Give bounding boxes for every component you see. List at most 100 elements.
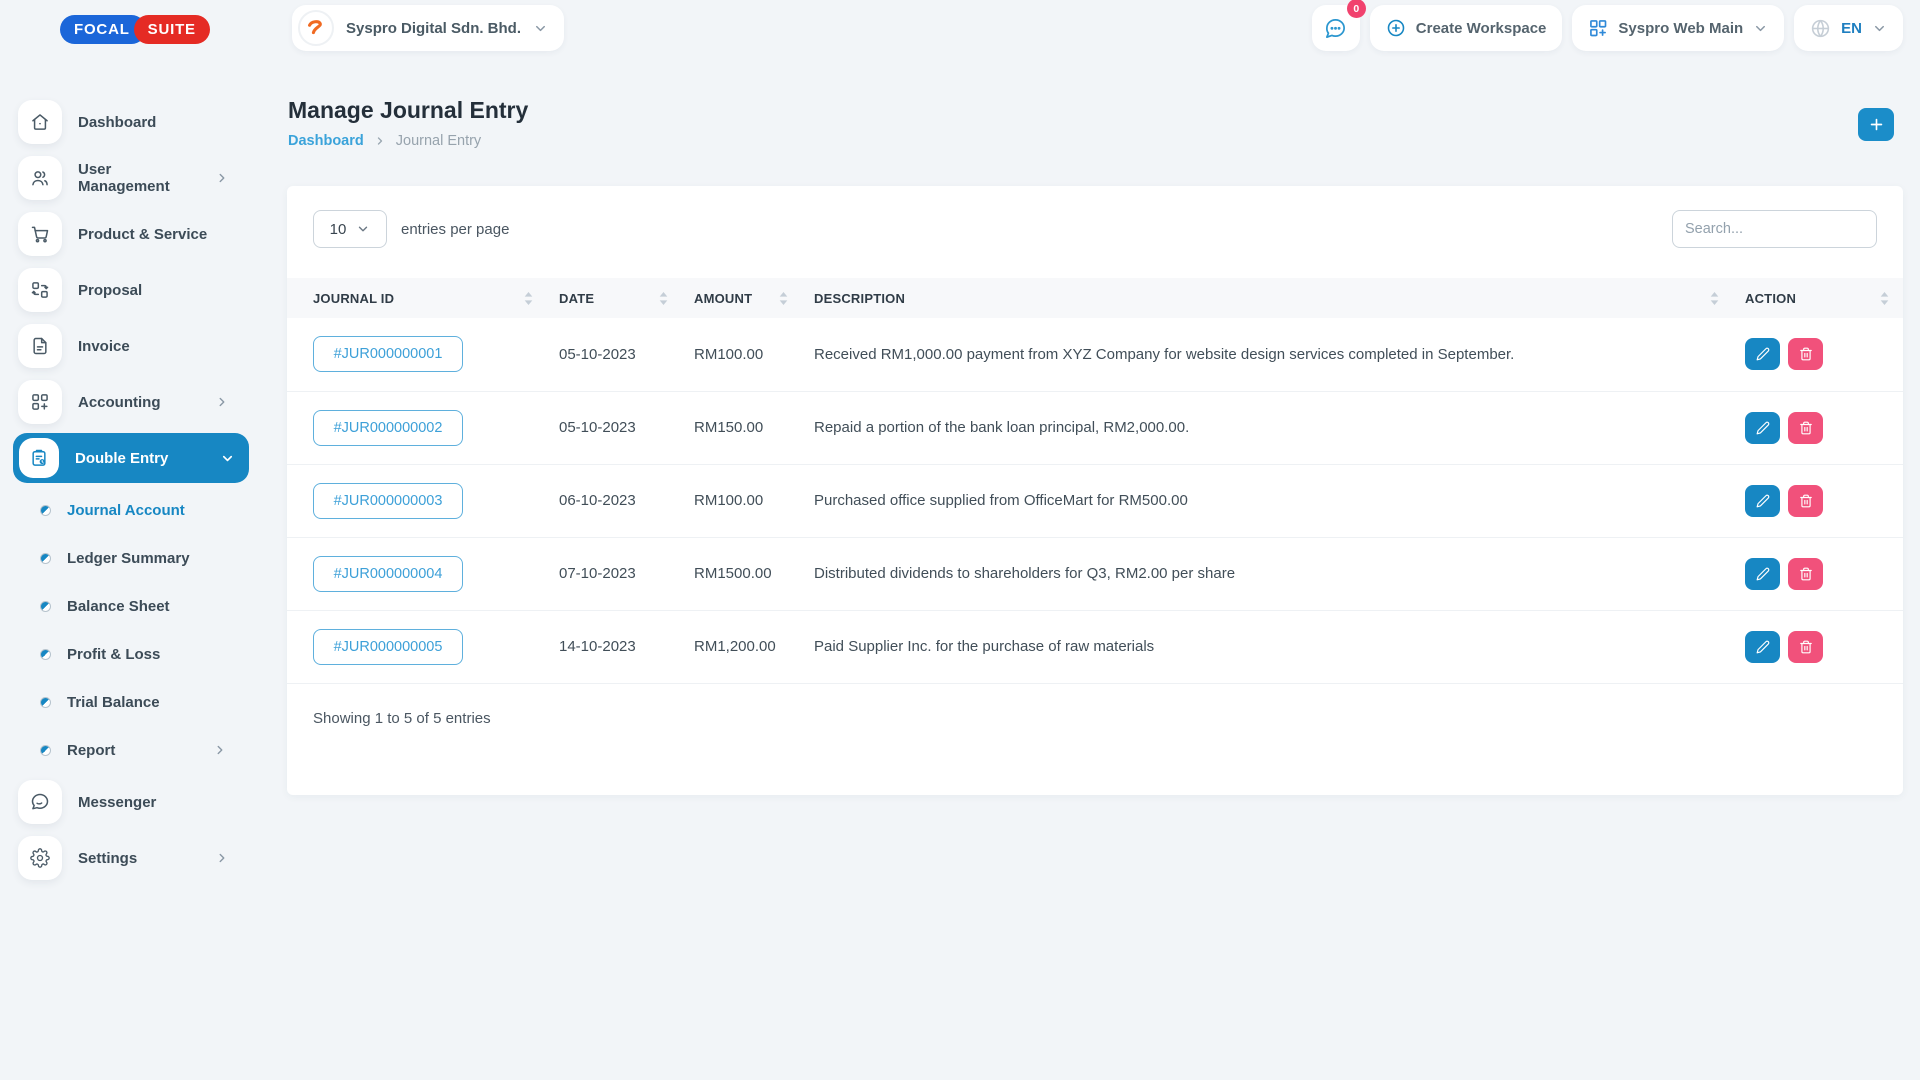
sidebar-item-label: User Management [78, 161, 199, 195]
column-header-description: DESCRIPTION [814, 291, 905, 306]
journal-id-badge[interactable]: #JUR000000003 [313, 483, 463, 519]
edit-button[interactable] [1745, 558, 1780, 590]
journal-entries-table: JOURNAL ID DATE AMOUNT DESCRIPTION ACTIO… [287, 278, 1903, 684]
sidebar-item-label: Dashboard [78, 114, 156, 131]
workspace-name: Syspro Digital Sdn. Bhd. [346, 20, 521, 37]
proposal-icon [18, 268, 62, 312]
date-cell: 14-10-2023 [547, 610, 682, 683]
sidebar-subitem-label: Journal Account [67, 502, 185, 519]
column-header-date: DATE [559, 291, 594, 306]
edit-button[interactable] [1745, 412, 1780, 444]
logo-focal: FOCAL [60, 15, 146, 44]
delete-button[interactable] [1788, 338, 1823, 370]
breadcrumb-current: Journal Entry [396, 133, 481, 149]
sidebar-item-user-management[interactable]: User Management [0, 150, 265, 206]
entries-per-page-select[interactable]: 10 [313, 210, 387, 248]
sidebar-subitem-profit-loss[interactable]: Profit & Loss [0, 630, 265, 678]
trash-icon [1799, 640, 1813, 654]
home-icon [18, 100, 62, 144]
sidebar-subitem-label: Balance Sheet [67, 598, 170, 615]
chat-button[interactable]: 0 [1312, 5, 1360, 51]
add-journal-entry-button[interactable] [1858, 108, 1894, 141]
sidebar-subitem-balance-sheet[interactable]: Balance Sheet [0, 582, 265, 630]
sidebar-subitem-trial-balance[interactable]: Trial Balance [0, 678, 265, 726]
sidebar-subitem-ledger-summary[interactable]: Ledger Summary [0, 534, 265, 582]
circle-icon [40, 505, 51, 516]
plus-circle-icon [1386, 18, 1406, 38]
sort-icon[interactable] [1880, 291, 1889, 306]
workspace-selector[interactable]: Syspro Digital Sdn. Bhd. [292, 5, 564, 51]
delete-button[interactable] [1788, 412, 1823, 444]
table-row: #JUR000000005 14-10-2023 RM1,200.00 Paid… [287, 610, 1903, 683]
topbar-actions: 0 Create Workspace Syspro Web Main EN [1312, 5, 1903, 51]
delete-button[interactable] [1788, 631, 1823, 663]
sort-icon[interactable] [524, 291, 533, 306]
sidebar-item-proposal[interactable]: Proposal [0, 262, 265, 318]
chat-icon [1324, 17, 1347, 40]
language-label: EN [1841, 20, 1862, 37]
chevron-right-icon [215, 395, 229, 409]
invoice-icon [18, 324, 62, 368]
journal-id-badge[interactable]: #JUR000000002 [313, 410, 463, 446]
edit-button[interactable] [1745, 338, 1780, 370]
breadcrumb-dashboard-link[interactable]: Dashboard [288, 133, 364, 149]
journal-id-badge[interactable]: #JUR000000001 [313, 336, 463, 372]
circle-icon [40, 697, 51, 708]
gear-icon [18, 836, 62, 880]
table-row: #JUR000000004 07-10-2023 RM1500.00 Distr… [287, 537, 1903, 610]
sidebar-subitem-report[interactable]: Report [0, 726, 265, 774]
amount-cell: RM100.00 [682, 318, 802, 391]
sidebar-item-dashboard[interactable]: Dashboard [0, 94, 265, 150]
sort-icon[interactable] [779, 291, 788, 306]
language-selector[interactable]: EN [1794, 5, 1903, 51]
sidebar-item-messenger[interactable]: Messenger [0, 774, 265, 830]
accounting-icon [18, 380, 62, 424]
journal-id-badge[interactable]: #JUR000000005 [313, 629, 463, 665]
column-header-amount: AMOUNT [694, 291, 752, 306]
sidebar-item-label: Settings [78, 850, 137, 867]
amount-cell: RM100.00 [682, 464, 802, 537]
delete-button[interactable] [1788, 558, 1823, 590]
table-row: #JUR000000001 05-10-2023 RM100.00 Receiv… [287, 318, 1903, 391]
sort-icon[interactable] [659, 291, 668, 306]
sidebar-item-label: Messenger [78, 794, 156, 811]
chevron-down-icon [1872, 21, 1887, 36]
description-cell: Distributed dividends to shareholders fo… [802, 537, 1733, 610]
entries-per-page-value: 10 [330, 221, 347, 238]
sidebar-subitem-journal-account[interactable]: Journal Account [0, 486, 265, 534]
sidebar-item-label: Product & Service [78, 226, 207, 243]
sidebar-item-double-entry[interactable]: Double Entry [13, 433, 249, 483]
sidebar-subitem-label: Trial Balance [67, 694, 160, 711]
chat-bubble-icon [18, 780, 62, 824]
journal-id-badge[interactable]: #JUR000000004 [313, 556, 463, 592]
create-workspace-button[interactable]: Create Workspace [1370, 5, 1563, 51]
edit-button[interactable] [1745, 485, 1780, 517]
grid-plus-icon [1588, 18, 1608, 38]
description-cell: Purchased office supplied from OfficeMar… [802, 464, 1733, 537]
trash-icon [1799, 421, 1813, 435]
date-cell: 05-10-2023 [547, 318, 682, 391]
pencil-icon [1756, 421, 1770, 435]
sidebar-item-label: Double Entry [75, 450, 168, 467]
search-input[interactable] [1672, 210, 1877, 248]
circle-icon [40, 745, 51, 756]
sidebar-item-settings[interactable]: Settings [0, 830, 265, 886]
app-switcher-label: Syspro Web Main [1618, 20, 1743, 37]
app-logo[interactable]: FOCAL SUITE [60, 15, 210, 44]
plus-icon [1868, 116, 1885, 133]
sidebar-item-product-service[interactable]: Product & Service [0, 206, 265, 262]
sort-icon[interactable] [1710, 291, 1719, 306]
sidebar-item-accounting[interactable]: Accounting [0, 374, 265, 430]
sidebar-item-invoice[interactable]: Invoice [0, 318, 265, 374]
chevron-right-icon [215, 851, 229, 865]
amount-cell: RM1500.00 [682, 537, 802, 610]
sidebar-item-label: Proposal [78, 282, 142, 299]
edit-button[interactable] [1745, 631, 1780, 663]
sidebar-subitem-label: Report [67, 742, 115, 759]
chevron-down-icon [356, 222, 370, 236]
app-switcher[interactable]: Syspro Web Main [1572, 5, 1784, 51]
pencil-icon [1756, 494, 1770, 508]
amount-cell: RM150.00 [682, 391, 802, 464]
table-row: #JUR000000003 06-10-2023 RM100.00 Purcha… [287, 464, 1903, 537]
delete-button[interactable] [1788, 485, 1823, 517]
